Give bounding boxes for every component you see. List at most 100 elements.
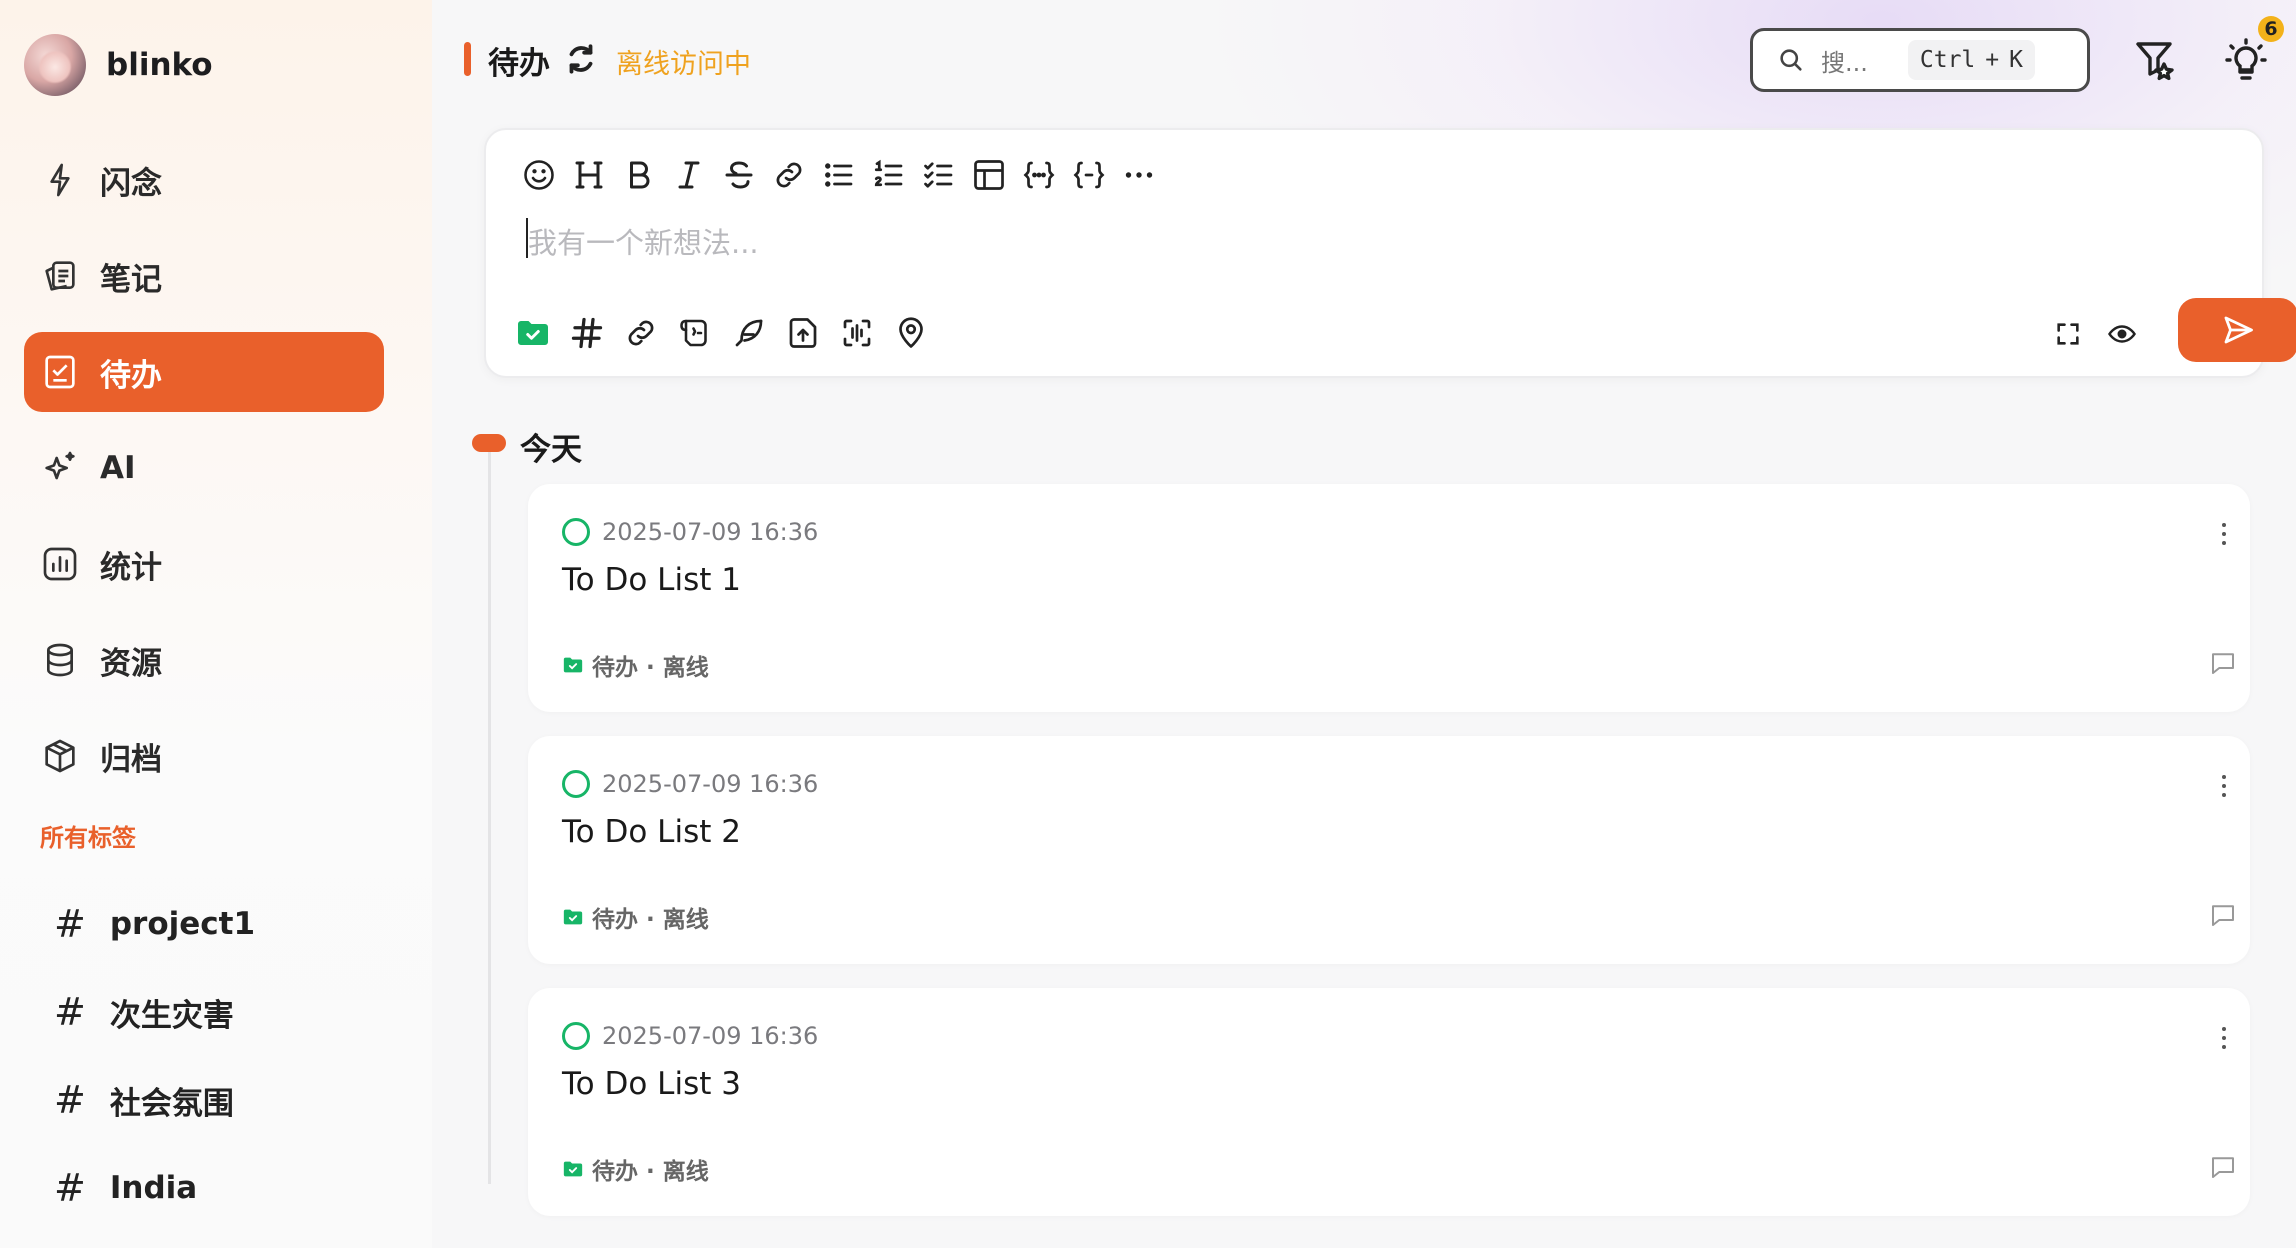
location-pin-icon <box>899 317 923 348</box>
code-block-button[interactable] <box>1014 152 1064 198</box>
sidebar-item-stats[interactable]: 统计 <box>24 524 384 604</box>
table-icon <box>974 160 1004 190</box>
comment-icon[interactable] <box>2208 648 2238 678</box>
todo-card[interactable]: 2025-07-09 16:36 To Do List 3 待办 · 离线 <box>528 988 2250 1216</box>
todo-checkbox[interactable] <box>562 770 590 798</box>
bullet-list-button[interactable] <box>814 152 864 198</box>
todo-card[interactable]: 2025-07-09 16:36 To Do List 2 待办 · 离线 <box>528 736 2250 964</box>
tag-list: # project1 # 次生灾害 # 社会氛围 # India <box>54 880 255 1232</box>
voice-button[interactable] <box>830 308 884 358</box>
sidebar-item-todo[interactable]: 待办 <box>24 332 384 412</box>
sidebar-item-resources[interactable]: 资源 <box>24 620 384 700</box>
inline-code-button[interactable] <box>1064 152 1114 198</box>
archive-box-icon <box>45 739 75 773</box>
ordered-list-button[interactable] <box>864 152 914 198</box>
link-icon <box>776 162 802 188</box>
todo-tag[interactable]: 待办 · 离线 <box>562 900 709 934</box>
ordered-list-icon <box>874 159 903 187</box>
todo-timestamp: 2025-07-09 16:36 <box>602 518 819 546</box>
sidebar-item-flash[interactable]: 闪念 <box>24 140 384 220</box>
italic-icon <box>678 161 700 189</box>
todo-checkbox[interactable] <box>562 1022 590 1050</box>
todo-timestamp: 2025-07-09 16:36 <box>602 770 819 798</box>
main-panel: 待办 离线访问中 搜... Ctrl + K 6 我有一个新想法... 今天 2… <box>432 0 2296 1248</box>
brand[interactable]: blinko <box>24 34 213 96</box>
preview-button[interactable] <box>2100 312 2144 356</box>
search-box[interactable]: 搜... Ctrl + K <box>1750 28 2090 92</box>
sidebar-item-ai[interactable]: AI <box>24 428 384 508</box>
todo-tag[interactable]: 待办 · 离线 <box>562 648 709 682</box>
folder-check-icon <box>518 321 548 345</box>
notes-icon <box>45 261 75 291</box>
ai-assistant-button[interactable] <box>668 308 722 358</box>
emoji-icon <box>524 160 554 190</box>
tag-button[interactable] <box>560 308 614 358</box>
sidebar-item-label: 归档 <box>100 741 162 778</box>
send-icon <box>2224 316 2253 344</box>
tag-item-india[interactable]: # India <box>54 1144 255 1232</box>
todo-tag-label: 待办 · 离线 <box>592 1159 709 1185</box>
sidebar-item-label: 统计 <box>100 549 162 586</box>
shortcut-key-ctrl: Ctrl <box>1919 47 1976 73</box>
upload-button[interactable] <box>776 308 830 358</box>
attach-link-button[interactable] <box>614 308 668 358</box>
sidebar-nav: 闪念 笔记 待办 AI 统计 资源 归档 <box>24 140 384 812</box>
todo-card[interactable]: 2025-07-09 16:36 To Do List 1 待办 · 离线 <box>528 484 2250 712</box>
strikethrough-button[interactable] <box>714 152 764 198</box>
search-icon <box>1780 49 1802 71</box>
comment-icon[interactable] <box>2208 1152 2238 1182</box>
tag-item-secondary-disaster[interactable]: # 次生灾害 <box>54 968 255 1056</box>
todo-tag[interactable]: 待办 · 离线 <box>562 1152 709 1186</box>
refresh-icon[interactable] <box>562 40 600 78</box>
filter-icon[interactable] <box>2132 36 2180 84</box>
more-horizontal-icon <box>1125 172 1153 178</box>
heading-button[interactable] <box>564 152 614 198</box>
app-name: blinko <box>106 47 213 83</box>
tags-section-title: 所有标签 <box>40 824 136 852</box>
checklist-button[interactable] <box>914 152 964 198</box>
writing-button[interactable] <box>722 308 776 358</box>
search-placeholder: 搜... <box>1821 48 1868 77</box>
bold-button[interactable] <box>614 152 664 198</box>
tag-item-project1[interactable]: # project1 <box>54 880 255 968</box>
upload-icon <box>789 318 817 348</box>
send-button[interactable] <box>2178 298 2296 362</box>
italic-button[interactable] <box>664 152 714 198</box>
hash-icon: # <box>54 990 86 1034</box>
table-button[interactable] <box>964 152 1014 198</box>
sidebar-item-archive[interactable]: 归档 <box>24 716 384 796</box>
todo-icon <box>45 355 75 389</box>
emoji-button[interactable] <box>514 152 564 198</box>
avatar[interactable] <box>24 34 86 96</box>
audio-wave-icon <box>843 319 871 347</box>
eye-icon <box>2108 325 2136 343</box>
link-button[interactable] <box>764 152 814 198</box>
location-button[interactable] <box>884 308 938 358</box>
expand-icon <box>2057 323 2079 345</box>
todo-tag-label: 待办 · 离线 <box>592 655 709 681</box>
editor-input[interactable]: 我有一个新想法... <box>528 220 759 262</box>
inline-code-icon <box>1073 161 1105 189</box>
timeline-line <box>488 452 491 1184</box>
folder-button[interactable] <box>506 308 560 358</box>
todo-checkbox[interactable] <box>562 518 590 546</box>
search-shortcut: Ctrl + K <box>1907 40 2035 80</box>
feather-icon <box>735 319 763 347</box>
more-vertical-icon[interactable] <box>2218 1024 2230 1052</box>
tag-item-social-atmosphere[interactable]: # 社会氛围 <box>54 1056 255 1144</box>
more-button[interactable] <box>1114 152 1164 198</box>
lightbulb-icon[interactable] <box>2222 36 2270 84</box>
comment-icon[interactable] <box>2208 900 2238 930</box>
page-title: 待办 <box>488 46 550 82</box>
checklist-icon <box>924 162 953 188</box>
more-vertical-icon[interactable] <box>2218 520 2230 548</box>
bullet-list-icon <box>825 163 853 187</box>
sidebar-item-notes[interactable]: 笔记 <box>24 236 384 316</box>
heading-icon <box>575 161 603 189</box>
editor-toolbar <box>514 152 1164 198</box>
offline-status: 离线访问中 <box>616 49 751 80</box>
folder-check-icon <box>563 909 583 925</box>
tag-label: project1 <box>109 906 256 942</box>
more-vertical-icon[interactable] <box>2218 772 2230 800</box>
fullscreen-button[interactable] <box>2046 312 2090 356</box>
